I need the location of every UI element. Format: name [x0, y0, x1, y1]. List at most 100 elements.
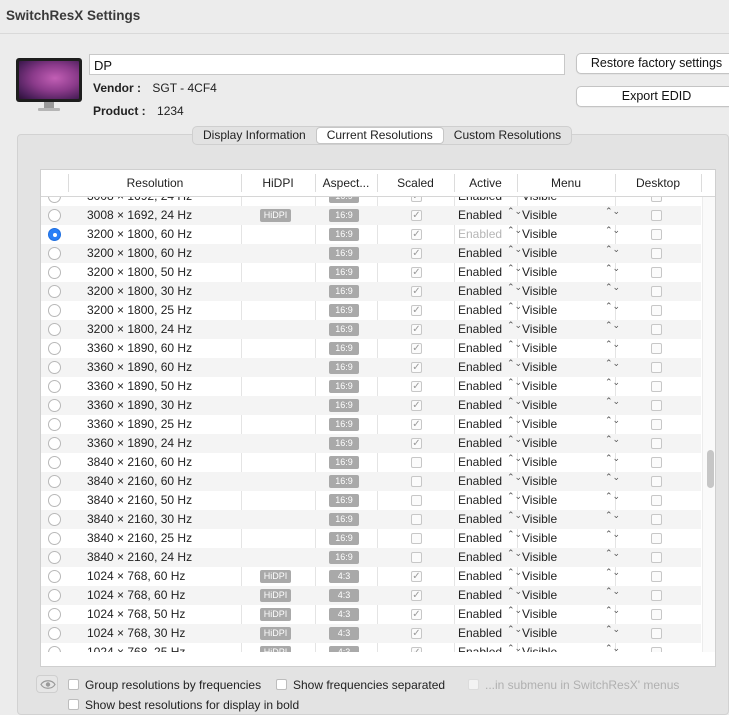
col-scaled[interactable]: Scaled	[377, 170, 454, 197]
show-best-bold-checkbox[interactable]	[68, 699, 79, 710]
scaled-checkbox[interactable]: ✓	[411, 438, 422, 449]
row-radio[interactable]	[48, 646, 61, 652]
desktop-checkbox[interactable]	[651, 647, 662, 652]
row-radio[interactable]	[48, 494, 61, 507]
show-best-bold-option[interactable]: Show best resolutions for display in bol…	[68, 698, 299, 712]
restore-factory-button[interactable]: Restore factory settings	[576, 53, 729, 74]
desktop-checkbox[interactable]	[651, 267, 662, 278]
row-radio[interactable]	[48, 399, 61, 412]
scaled-checkbox[interactable]: ✓	[411, 248, 422, 259]
active-popup[interactable]: Enabled	[458, 624, 502, 643]
active-popup[interactable]: Enabled	[458, 434, 502, 453]
scaled-checkbox[interactable]	[411, 514, 422, 525]
desktop-checkbox[interactable]	[651, 628, 662, 639]
menu-popup[interactable]: Visible	[522, 339, 557, 358]
scaled-checkbox[interactable]	[411, 552, 422, 563]
scaled-checkbox[interactable]: ✓	[411, 628, 422, 639]
scaled-checkbox[interactable]: ✓	[411, 324, 422, 335]
menu-popup[interactable]: Visible	[522, 197, 557, 206]
active-popup[interactable]: Enabled	[458, 225, 502, 244]
row-radio[interactable]	[48, 266, 61, 279]
group-by-frequencies-checkbox[interactable]	[68, 679, 79, 690]
desktop-checkbox[interactable]	[651, 571, 662, 582]
row-radio[interactable]	[48, 197, 61, 203]
row-radio[interactable]	[48, 418, 61, 431]
desktop-checkbox[interactable]	[651, 457, 662, 468]
row-radio[interactable]	[48, 570, 61, 583]
active-popup[interactable]: Enabled	[458, 320, 502, 339]
active-popup[interactable]: Enabled	[458, 472, 502, 491]
col-aspect[interactable]: Aspect...	[315, 170, 377, 197]
active-popup[interactable]: Enabled	[458, 567, 502, 586]
desktop-checkbox[interactable]	[651, 552, 662, 563]
active-popup[interactable]: Enabled	[458, 605, 502, 624]
scaled-checkbox[interactable]	[411, 533, 422, 544]
row-radio[interactable]	[48, 456, 61, 469]
row-radio[interactable]	[48, 247, 61, 260]
table-row[interactable]: 3360 × 1890, 25 Hz 16:9 ✓ Enabled ⌃⌄ Visible ⌃…	[41, 415, 701, 434]
menu-popup[interactable]: Visible	[522, 643, 557, 652]
desktop-checkbox[interactable]	[651, 609, 662, 620]
table-row[interactable]: 3360 × 1890, 24 Hz 16:9 ✓ Enabled ⌃⌄ Visible ⌃…	[41, 434, 701, 453]
desktop-checkbox[interactable]	[651, 533, 662, 544]
table-row[interactable]: 3200 × 1800, 60 Hz 16:9 ✓ Enabled ⌃⌄ Visible ⌃…	[41, 225, 701, 244]
active-popup[interactable]: Enabled	[458, 339, 502, 358]
scaled-checkbox[interactable]: ✓	[411, 343, 422, 354]
table-row[interactable]: 3840 × 2160, 24 Hz 16:9 Enabled ⌃⌄ Visible ⌃⌄	[41, 548, 701, 567]
table-row[interactable]: 3360 × 1890, 60 Hz 16:9 ✓ Enabled ⌃⌄ Visible ⌃…	[41, 339, 701, 358]
active-popup[interactable]: Enabled	[458, 282, 502, 301]
desktop-checkbox[interactable]	[651, 362, 662, 373]
table-row[interactable]: 1024 × 768, 30 Hz HiDPI 4:3 ✓ Enabled ⌃⌄ Visib…	[41, 624, 701, 643]
menu-popup[interactable]: Visible	[522, 434, 557, 453]
preview-eye-button[interactable]	[36, 675, 58, 693]
active-popup[interactable]: Enabled	[458, 263, 502, 282]
row-radio[interactable]	[48, 228, 61, 241]
row-radio[interactable]	[48, 532, 61, 545]
show-frequencies-separated-checkbox[interactable]	[276, 679, 287, 690]
row-radio[interactable]	[48, 285, 61, 298]
scaled-checkbox[interactable]: ✓	[411, 590, 422, 601]
menu-popup[interactable]: Visible	[522, 624, 557, 643]
table-row[interactable]: 3360 × 1890, 50 Hz 16:9 ✓ Enabled ⌃⌄ Visible ⌃…	[41, 377, 701, 396]
table-row[interactable]: 3840 × 2160, 25 Hz 16:9 Enabled ⌃⌄ Visible ⌃⌄	[41, 529, 701, 548]
tab-display-information[interactable]: Display Information	[193, 127, 316, 144]
table-row[interactable]: 1024 × 768, 50 Hz HiDPI 4:3 ✓ Enabled ⌃⌄ Visib…	[41, 605, 701, 624]
table-row[interactable]: 3200 × 1800, 60 Hz 16:9 ✓ Enabled ⌃⌄ Visible ⌃…	[41, 244, 701, 263]
desktop-checkbox[interactable]	[651, 343, 662, 354]
menu-popup[interactable]: Visible	[522, 282, 557, 301]
active-popup[interactable]: Enabled	[458, 396, 502, 415]
menu-popup[interactable]: Visible	[522, 206, 557, 225]
active-popup[interactable]: Enabled	[458, 529, 502, 548]
group-by-frequencies-option[interactable]: Group resolutions by frequencies	[68, 678, 261, 692]
active-popup[interactable]: Enabled	[458, 377, 502, 396]
scaled-checkbox[interactable]: ✓	[411, 419, 422, 430]
col-menu[interactable]: Menu	[517, 170, 615, 197]
row-radio[interactable]	[48, 380, 61, 393]
scaled-checkbox[interactable]: ✓	[411, 197, 422, 202]
table-row[interactable]: 3840 × 2160, 50 Hz 16:9 Enabled ⌃⌄ Visible ⌃⌄	[41, 491, 701, 510]
desktop-checkbox[interactable]	[651, 495, 662, 506]
active-popup[interactable]: Enabled	[458, 548, 502, 567]
desktop-checkbox[interactable]	[651, 419, 662, 430]
menu-popup[interactable]: Visible	[522, 415, 557, 434]
scaled-checkbox[interactable]: ✓	[411, 647, 422, 652]
table-row[interactable]: 1024 × 768, 60 Hz HiDPI 4:3 ✓ Enabled ⌃⌄ Visib…	[41, 567, 701, 586]
active-popup[interactable]: Enabled	[458, 586, 502, 605]
show-frequencies-separated-option[interactable]: Show frequencies separated	[276, 678, 445, 692]
menu-popup[interactable]: Visible	[522, 263, 557, 282]
desktop-checkbox[interactable]	[651, 210, 662, 221]
export-edid-button[interactable]: Export EDID	[576, 86, 729, 107]
row-radio[interactable]	[48, 323, 61, 336]
row-radio[interactable]	[48, 342, 61, 355]
col-active[interactable]: Active	[454, 170, 517, 197]
scaled-checkbox[interactable]: ✓	[411, 381, 422, 392]
scaled-checkbox[interactable]: ✓	[411, 609, 422, 620]
table-row[interactable]: 3200 × 1800, 30 Hz 16:9 ✓ Enabled ⌃⌄ Visible ⌃…	[41, 282, 701, 301]
row-radio[interactable]	[48, 304, 61, 317]
menu-popup[interactable]: Visible	[522, 453, 557, 472]
menu-popup[interactable]: Visible	[522, 586, 557, 605]
desktop-checkbox[interactable]	[651, 400, 662, 411]
active-popup[interactable]: Enabled	[458, 415, 502, 434]
active-popup[interactable]: Enabled	[458, 510, 502, 529]
active-popup[interactable]: Enabled	[458, 643, 502, 652]
